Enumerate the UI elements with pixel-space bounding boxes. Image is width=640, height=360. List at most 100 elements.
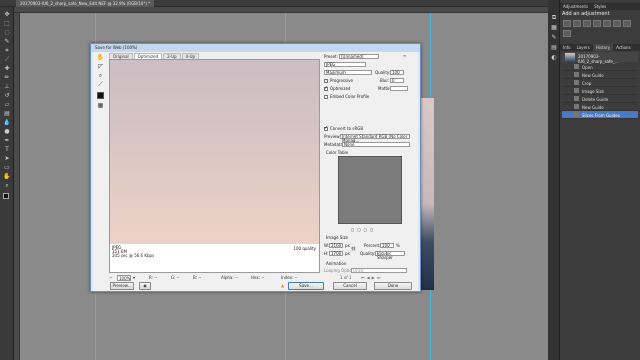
healing-icon[interactable]: ✚ [3,65,11,72]
tab-info[interactable]: Info [560,44,574,51]
looping-select[interactable]: Once [351,268,407,273]
move-icon[interactable]: ✥ [3,11,11,18]
compression-select[interactable]: Maximum [324,70,372,75]
preview-button[interactable]: Preview... [110,282,134,290]
foreground-color-swatch[interactable] [3,193,9,199]
hue-saturation-icon[interactable] [613,20,621,27]
optimized-preview[interactable]: JPEG 151.6M 205 sec @ 56.6 Kbps 100 qual… [109,59,320,273]
adjustments-title: Add an adjustment [562,11,610,17]
eyedropper-icon[interactable]: ⟋ [3,56,11,63]
color-balance-icon[interactable] [623,20,631,27]
embed-profile-checkbox[interactable] [324,95,328,99]
resample-select[interactable]: Bicubic Sharper [375,251,405,260]
eyedropper-color-swatch[interactable] [97,92,104,99]
history-item[interactable]: New Guide [562,103,638,111]
zoom-select[interactable]: 100% [117,275,131,281]
document-tab-bar: 20170903-IU6_2_sharp_safe_New_Edit.NEF @… [0,0,548,7]
history-step-icon [574,112,579,117]
delete-color-icon[interactable]: ◻ [370,227,376,232]
clone-stamp-icon[interactable]: ⊥ [3,83,11,90]
document-image [420,98,434,290]
optimized-checkbox[interactable] [324,85,328,91]
curves-icon[interactable] [583,20,591,27]
marquee-icon[interactable]: ⬚ [3,20,11,27]
save-button[interactable]: Save... [288,282,324,290]
history-step-icon [574,72,579,77]
black-white-icon[interactable] [563,30,571,37]
brightness-contrast-icon[interactable] [563,20,571,27]
height-input[interactable]: 1700 [329,251,343,256]
tab-adjustments[interactable]: Adjustments [560,3,591,10]
history-brush-icon[interactable]: ↺ [3,92,11,99]
type-icon[interactable]: T [3,146,11,153]
quality-input[interactable]: 100 [390,70,404,75]
zoom-out-icon[interactable]: − [109,275,112,281]
dodge-icon[interactable]: ● [3,128,11,135]
shape-icon[interactable]: ▭ [3,164,11,171]
warning-icon: ▲ [281,283,285,288]
levels-icon[interactable] [573,20,581,27]
zoom-icon[interactable]: ⌕ [3,182,11,189]
document-tab-title: 20170903-IU6_2_sharp_safe_New_Edit.NEF @… [20,1,151,6]
done-button[interactable]: Done [374,282,412,290]
vibrance-icon[interactable] [603,20,611,27]
convert-srgb-checkbox[interactable] [324,125,328,131]
history-panel-icon[interactable]: ⧉ [550,14,558,21]
blur-icon[interactable]: 💧 [3,119,11,126]
width-unit: px [345,243,350,248]
slice-select-icon[interactable]: ◸ [96,63,105,71]
blur-input[interactable]: 0 [390,78,404,83]
pen-icon[interactable]: ✒ [3,137,11,144]
tab-layers[interactable]: Layers [574,44,593,51]
eraser-icon[interactable]: ▱ [3,101,11,108]
metadata-select[interactable]: None [342,142,410,147]
history-item[interactable]: Crop [562,79,638,87]
eyedropper-icon[interactable]: ⟋ [96,81,105,89]
history-snapshot[interactable]: 20170903-IU6_2_sharp_safe_... [562,52,638,64]
history-tabs: Info Layers History Actions [560,44,640,51]
tab-actions[interactable]: Actions [613,44,634,51]
tab-styles[interactable]: Styles [591,3,609,10]
hand-icon[interactable]: ✋ [3,173,11,180]
layers-panel-icon[interactable]: ▤ [550,44,558,51]
preset-menu-icon[interactable]: ≡ [403,53,406,58]
properties-panel-icon[interactable]: ▦ [550,24,558,31]
crop-icon[interactable]: ⌗ [3,47,11,54]
preview-profile-label: Preview: [324,134,341,139]
brush-panel-icon[interactable]: ✎ [550,34,558,41]
history-item[interactable]: Image Size [562,87,638,95]
width-input[interactable]: 2160 [329,243,343,248]
history-item[interactable]: Delete Guide [562,95,638,103]
history-item-active[interactable]: Slices From Guides [562,111,638,119]
matte-select[interactable] [390,86,408,91]
quick-select-icon[interactable]: ✎ [3,38,11,45]
frame-nav-icons[interactable]: ⏮◀▶⏭ [361,275,382,280]
path-select-icon[interactable]: ➤ [3,155,11,162]
zoom-icon[interactable]: ⌕ [96,72,105,80]
brush-icon[interactable]: ✏ [3,74,11,81]
channels-panel-icon[interactable]: ◐ [550,54,558,61]
preview-info: JPEG 151.6M 205 sec @ 56.6 Kbps [112,246,154,258]
browser-icon[interactable]: ◉ [139,282,151,290]
history-item[interactable]: New Guide [562,71,638,79]
preset-select[interactable]: [Unnamed] [339,54,379,59]
format-select[interactable]: JPEG [324,62,366,67]
frame-counter: 1 of 1 [340,275,352,280]
color-table[interactable] [338,156,402,224]
chain-link-icon[interactable]: ⛓ [351,246,356,251]
progressive-checkbox[interactable] [324,79,328,83]
cancel-button[interactable]: Cancel [333,282,367,290]
toggle-slices-icon[interactable]: ▦ [96,102,105,110]
progressive-label: Progressive [330,78,354,83]
tab-history[interactable]: History [592,44,614,51]
lasso-icon[interactable]: ◌ [3,29,11,36]
chevron-down-icon[interactable]: ▾ [133,275,135,281]
document-tab[interactable]: 20170903-IU6_2_sharp_safe_New_Edit.NEF @… [16,0,155,7]
preview-profile-select[interactable]: Internet Standard RGB (No Color Manag... [340,134,410,143]
history-item[interactable]: Open [562,63,638,71]
exposure-icon[interactable] [593,20,601,27]
percent-input[interactable]: 100 [380,243,394,248]
snapshot-thumbnail [565,53,575,61]
hand-icon[interactable]: ✋ [96,54,105,62]
gradient-icon[interactable]: ▤ [3,110,11,117]
